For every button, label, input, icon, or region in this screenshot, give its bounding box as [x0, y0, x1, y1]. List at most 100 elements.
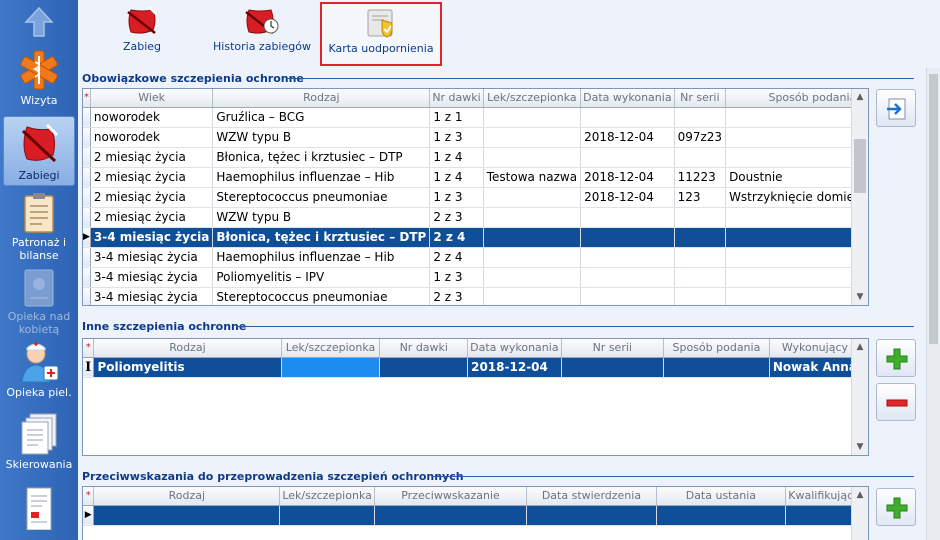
table-cell[interactable]: Haemophilus influenzae – Hib — [212, 247, 431, 268]
table-cell[interactable]: Haemophilus influenzae – Hib — [212, 167, 431, 188]
table-cell[interactable] — [483, 247, 582, 268]
table-cell[interactable] — [725, 207, 868, 228]
zabieg-button[interactable]: Zabieg — [98, 2, 186, 66]
table-cell[interactable]: Stereptococcus pneumoniae — [212, 187, 431, 208]
table-cell[interactable] — [725, 227, 868, 248]
add-other-vaccination-button[interactable] — [876, 339, 916, 377]
table-cell[interactable] — [580, 267, 675, 288]
table-cell[interactable] — [674, 107, 727, 128]
table-cell[interactable]: WZW typu B — [212, 207, 431, 228]
table-cell[interactable] — [374, 505, 528, 526]
table-row[interactable]: 3-4 miesiąc życia Stereptococcus pneumoni… — [83, 287, 868, 305]
page-scrollbar[interactable] — [926, 68, 940, 540]
scroll-thumb[interactable] — [854, 139, 866, 193]
table-cell[interactable]: noworodek — [90, 107, 214, 128]
column-header[interactable]: Rodzaj — [93, 339, 282, 358]
table-cell[interactable] — [483, 207, 582, 228]
table-cell[interactable]: 1 z 3 — [429, 127, 484, 148]
other-grid-scrollbar[interactable]: ▲ ▼ — [851, 339, 868, 455]
table-cell[interactable]: 2 z 3 — [429, 287, 484, 305]
table-cell[interactable] — [580, 247, 675, 268]
table-cell[interactable] — [580, 147, 675, 168]
table-cell[interactable]: Poliomyelitis – IPV — [212, 267, 431, 288]
table-row[interactable]: ▶ — [83, 505, 868, 526]
table-row[interactable]: I Poliomyelitis 2018-12-04 Nowak Anna — [83, 357, 868, 378]
column-header[interactable]: Data wykonania — [580, 89, 675, 108]
table-cell[interactable]: 3-4 miesiąc życia — [90, 227, 214, 248]
add-contraindication-button[interactable] — [876, 488, 916, 526]
column-header[interactable]: Lek/szczepionka — [279, 487, 375, 506]
column-header[interactable]: Nr dawki — [379, 339, 469, 358]
table-cell[interactable] — [580, 287, 675, 305]
column-header[interactable]: Data stwierdzenia — [526, 487, 657, 506]
table-cell[interactable]: Błonica, tężec i krztusiec – DTP — [212, 227, 431, 248]
mandatory-vaccinations-grid[interactable]: * Wiek Rodzaj Nr dawki Lek/szczepionka Data w… — [82, 88, 869, 306]
table-cell[interactable] — [725, 287, 868, 305]
table-cell[interactable]: 2 miesiąc życia — [90, 167, 214, 188]
table-cell[interactable] — [725, 267, 868, 288]
table-cell[interactable] — [725, 107, 868, 128]
table-cell[interactable]: 2 miesiąc życia — [90, 207, 214, 228]
table-cell[interactable] — [580, 107, 675, 128]
sidebar-scroll-up-button[interactable] — [3, 6, 75, 42]
column-header[interactable]: Data ustania — [656, 487, 786, 506]
table-cell[interactable] — [674, 247, 727, 268]
table-cell[interactable] — [93, 505, 281, 526]
table-row[interactable]: 2 miesiąc życia Błonica, tężec i krztusie… — [83, 147, 868, 168]
table-cell[interactable]: 2018-12-04 — [467, 357, 562, 378]
page-scroll-thumb[interactable] — [929, 74, 938, 344]
table-cell[interactable] — [725, 247, 868, 268]
table-cell[interactable]: 123 — [674, 187, 727, 208]
table-cell[interactable] — [483, 187, 582, 208]
table-cell[interactable] — [580, 227, 675, 248]
table-row[interactable]: 2 miesiąc życia WZW typu B2 z 3 — [83, 207, 868, 228]
column-header[interactable]: Data wykonania — [467, 339, 562, 358]
table-cell[interactable]: Wstrzyknięcie domięśniowe — [725, 187, 868, 208]
table-cell[interactable]: 2018-12-04 — [580, 167, 675, 188]
historia-zabiegow-button[interactable]: Historia zabiegów — [208, 2, 316, 66]
table-cell[interactable]: 097z23 — [674, 127, 727, 148]
table-cell[interactable]: 1 z 3 — [429, 267, 484, 288]
sidebar-item-opieka-piel[interactable]: Opieka piel. — [3, 340, 75, 406]
table-row[interactable]: 2 miesiąc życia Stereptococcus pneumoniae… — [83, 187, 868, 208]
table-cell[interactable] — [281, 357, 381, 378]
other-vaccinations-grid[interactable]: * Rodzaj Lek/szczepionka Nr dawki Data wykon… — [82, 338, 869, 456]
sidebar-item-skierowania[interactable]: Skierowania — [3, 412, 75, 480]
scroll-up-arrow-icon[interactable]: ▲ — [852, 339, 868, 355]
table-cell[interactable] — [483, 107, 582, 128]
column-header[interactable]: Wiek — [90, 89, 214, 108]
table-cell[interactable]: Błonica, tężec i krztusiec – DTP — [212, 147, 431, 168]
column-header[interactable]: Sposób podania — [663, 339, 770, 358]
table-cell[interactable]: 2018-12-04 — [580, 127, 675, 148]
table-cell[interactable] — [483, 227, 582, 248]
table-cell[interactable]: 2 z 4 — [429, 247, 484, 268]
table-cell[interactable] — [725, 127, 868, 148]
table-cell[interactable]: noworodek — [90, 127, 214, 148]
table-cell[interactable] — [674, 227, 727, 248]
contra-grid-scrollbar[interactable]: ▲ — [851, 487, 868, 540]
table-cell[interactable] — [725, 147, 868, 168]
table-cell[interactable]: WZW typu B — [212, 127, 431, 148]
table-cell[interactable]: 1 z 4 — [429, 147, 484, 168]
table-cell[interactable]: 2 z 3 — [429, 207, 484, 228]
table-cell[interactable]: 2 miesiąc życia — [90, 187, 214, 208]
table-cell[interactable]: 3-4 miesiąc życia — [90, 247, 214, 268]
table-cell[interactable]: 2 miesiąc życia — [90, 147, 214, 168]
column-header[interactable]: Nr serii — [561, 339, 664, 358]
table-row[interactable]: 3-4 miesiąc życia Haemophilus influenzae … — [83, 247, 868, 268]
column-header[interactable]: Rodzaj — [212, 89, 431, 108]
table-cell[interactable]: 2 z 4 — [429, 227, 484, 248]
table-cell[interactable]: 1 z 3 — [429, 187, 484, 208]
table-cell[interactable] — [483, 267, 582, 288]
scroll-down-arrow-icon[interactable]: ▼ — [852, 439, 868, 455]
table-cell[interactable] — [663, 357, 770, 378]
table-cell[interactable] — [561, 357, 664, 378]
table-row[interactable]: 2 miesiąc życia Haemophilus influenzae – … — [83, 167, 868, 188]
table-cell[interactable]: Doustnie — [725, 167, 868, 188]
table-cell[interactable]: Testowa nazwa — [483, 167, 582, 188]
table-cell[interactable] — [483, 127, 582, 148]
sidebar-item-wizyta[interactable]: Wizyta — [3, 46, 75, 110]
table-cell[interactable]: 3-4 miesiąc życia — [90, 267, 214, 288]
table-cell[interactable] — [526, 505, 657, 526]
sidebar-item-more[interactable] — [3, 486, 75, 540]
